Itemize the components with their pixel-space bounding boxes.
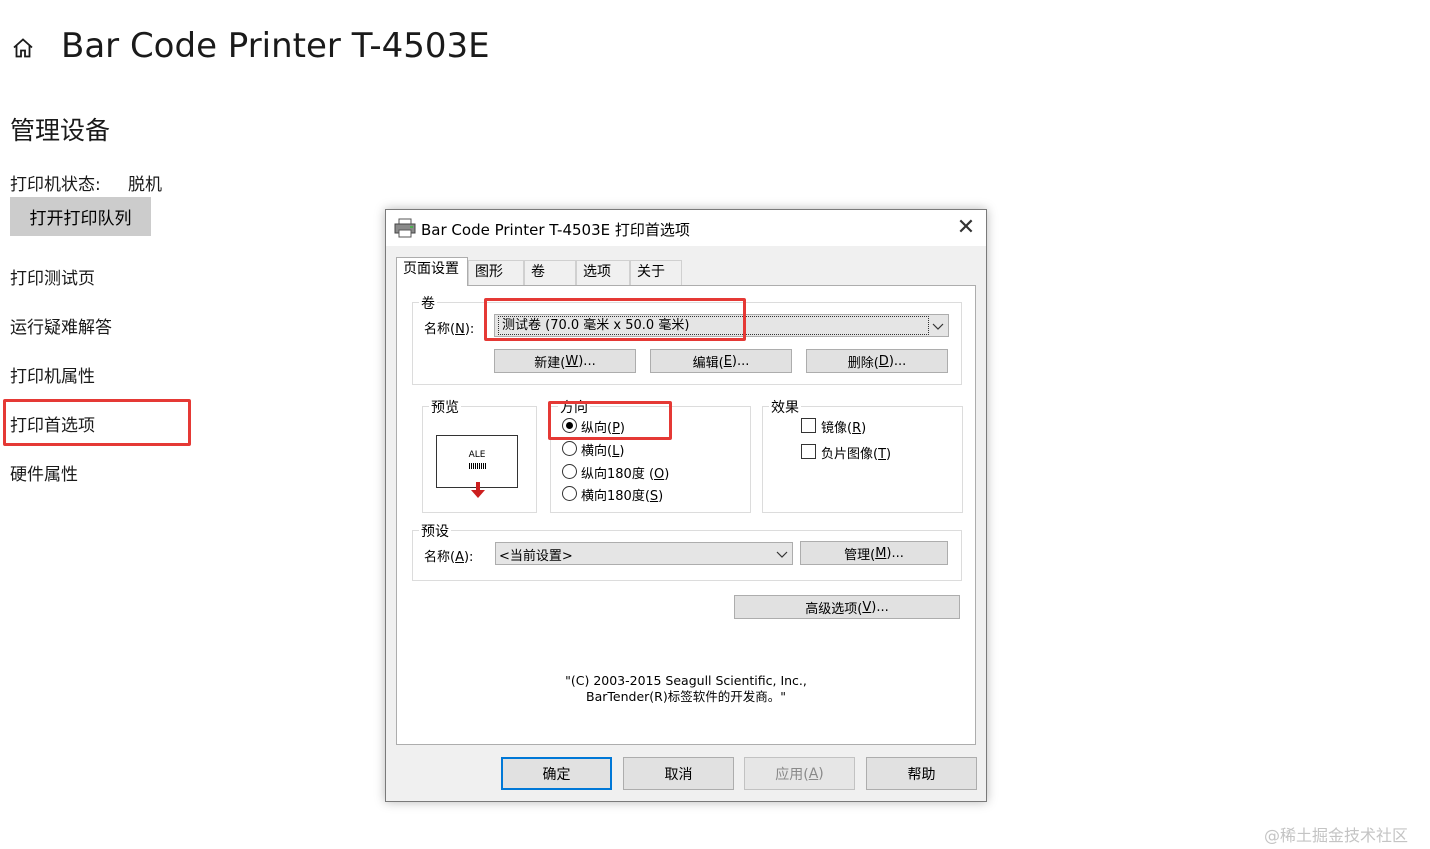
apply-button[interactable]: 应用(A) [744,757,855,790]
highlight-box-preferences [3,399,191,446]
chevron-down-icon [932,323,944,330]
preview-legend: 预览 [429,397,461,417]
help-button[interactable]: 帮助 [866,757,977,790]
highlight-box-stock [484,298,746,341]
effects-legend: 效果 [769,397,801,417]
advanced-options-button[interactable]: 高级选项(V)... [734,595,960,619]
radio-button[interactable] [562,464,577,479]
arrow-down-icon [471,482,485,498]
hardware-properties-link[interactable]: 硬件属性 [10,460,78,485]
home-icon[interactable] [11,36,35,60]
cancel-button[interactable]: 取消 [623,757,734,790]
landscape-label: 横向(L) [581,444,625,459]
copyright-line-1: "(C) 2003-2015 Seagull Scientific, Inc., [565,673,807,688]
label-preview: ALE [436,435,518,488]
edit-stock-button[interactable]: 编辑(E)... [650,349,792,373]
radio-button[interactable] [562,486,577,501]
negative-image-label: 负片图像(T) [821,447,892,462]
print-test-page-link[interactable]: 打印测试页 [10,264,95,289]
copyright-line-2: BarTender(R)标签软件的开发商。" [586,689,786,704]
mirror-label: 镜像(R) [821,421,867,436]
delete-stock-button[interactable]: 删除(D)... [806,349,948,373]
highlight-box-orientation [548,401,672,440]
preset-legend: 预设 [419,521,451,541]
section-title: 管理设备 [10,116,111,145]
preview-sample-text: ALE [468,450,486,460]
chevron-down-icon [776,551,788,558]
watermark-text: @稀土掘金技术社区 [1264,826,1409,845]
preset-name-combobox[interactable]: <当前设置> [495,542,793,565]
radio-button[interactable] [562,441,577,456]
printer-status-label: 打印机状态: [10,175,101,195]
page-title: Bar Code Printer T-4503E [61,26,490,66]
copyright-text: "(C) 2003-2015 Seagull Scientific, Inc.,… [506,673,866,705]
preset-name-label: 名称(A): [424,550,474,565]
checkbox[interactable] [801,444,816,459]
open-print-queue-button[interactable]: 打开打印队列 [10,197,151,236]
printer-properties-link[interactable]: 打印机属性 [10,362,95,387]
stock-legend: 卷 [419,293,437,313]
printer-status-value: 脱机 [128,175,162,195]
checkbox[interactable] [801,418,816,433]
new-stock-button[interactable]: 新建(W)... [494,349,636,373]
run-troubleshooter-link[interactable]: 运行疑难解答 [10,313,112,338]
stock-name-label: 名称(N): [424,322,475,337]
preset-name-value: <当前设置> [499,549,573,564]
landscape-180-label: 横向180度(S) [581,489,664,504]
manage-presets-button[interactable]: 管理(M)... [800,541,948,565]
barcode-icon [469,463,487,469]
portrait-180-label: 纵向180度 (O) [581,467,670,482]
ok-button[interactable]: 确定 [501,757,612,790]
